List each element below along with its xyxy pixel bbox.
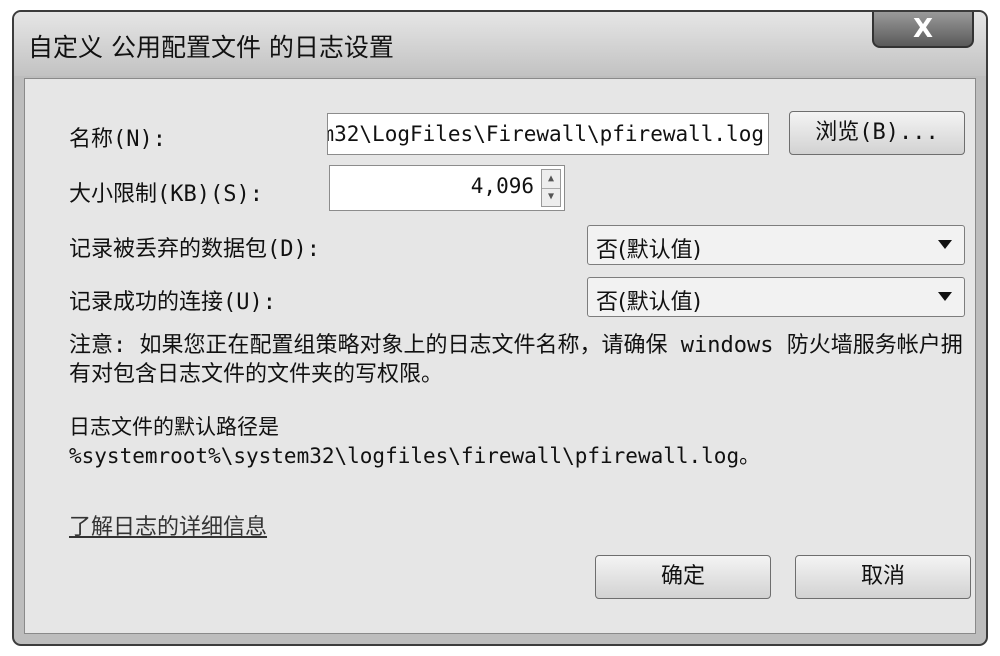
learn-more-link[interactable]: 了解日志的详细信息 [69,509,267,541]
chevron-down-icon [938,292,952,301]
log-successful-connections-value: 否(默认值) [596,290,702,315]
log-file-path-input[interactable]: %systemroot%\system32\LogFiles\Firewall\… [327,113,769,155]
title-bar: 自定义 公用配置文件 的日志设置 X [14,12,986,76]
log-file-path-value: %systemroot%\system32\LogFiles\Firewall\… [328,122,764,146]
size-spinner[interactable]: ▲ ▼ [541,169,561,207]
name-label: 名称(N): [69,127,166,152]
dialog-content: 名称(N): %systemroot%\system32\LogFiles\Fi… [24,78,976,634]
ok-button[interactable]: 确定 [595,555,771,599]
size-limit-value: 4,096 [470,174,534,198]
log-successful-connections-select[interactable]: 否(默认值) [587,277,965,317]
log-dropped-packets-select[interactable]: 否(默认值) [587,225,965,265]
close-icon: X [912,14,934,44]
permission-note: 注意: 如果您正在配置组策略对象上的日志文件名称，请确保 windows 防火墙… [69,333,963,387]
size-limit-label: 大小限制(KB)(S): [69,182,263,207]
dialog-title: 自定义 公用配置文件 的日志设置 [28,33,394,62]
spin-up-icon[interactable]: ▲ [542,170,560,189]
cancel-button[interactable]: 取消 [795,555,971,599]
size-limit-input[interactable]: 4,096 ▲ ▼ [329,165,565,211]
default-path-info: 日志文件的默认路径是 %systemroot%\system32\logfile… [69,413,969,471]
dialog-window: 自定义 公用配置文件 的日志设置 X 名称(N): %systemroot%\s… [12,10,988,646]
spin-down-icon[interactable]: ▼ [542,188,560,206]
chevron-down-icon [938,240,952,249]
log-dropped-packets-label: 记录被丢弃的数据包(D): [69,237,320,262]
log-successful-connections-label: 记录成功的连接(U): [69,290,276,315]
log-dropped-packets-value: 否(默认值) [596,238,702,263]
browse-button[interactable]: 浏览(B)... [789,111,965,155]
default-path-value: %systemroot%\system32\logfiles\firewall\… [69,444,761,468]
close-button[interactable]: X [872,12,974,48]
default-path-heading: 日志文件的默认路径是 [69,415,279,439]
